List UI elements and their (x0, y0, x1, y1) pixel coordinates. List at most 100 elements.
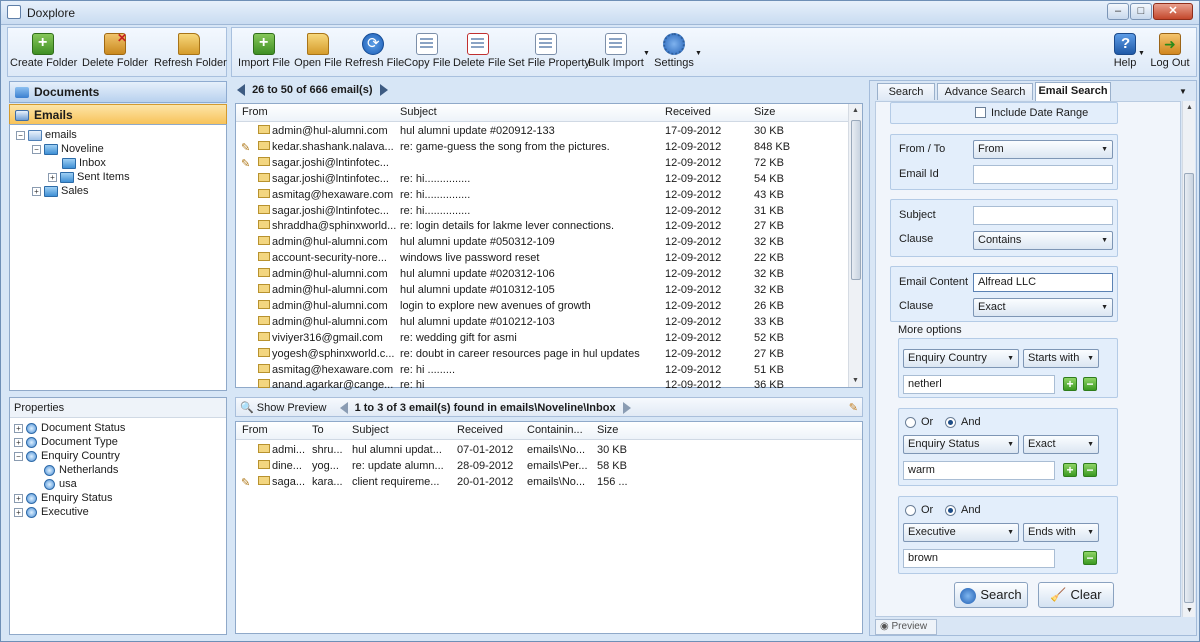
search-button[interactable]: Search (954, 582, 1028, 608)
preview-tab[interactable]: ◉ Preview (875, 619, 937, 635)
column-received[interactable]: Received (457, 424, 503, 436)
option-3-field-select[interactable]: Executive (903, 523, 1019, 542)
expand-icon[interactable]: + (14, 507, 23, 517)
include-date-range-checkbox[interactable] (975, 107, 986, 118)
column-from[interactable]: From (242, 424, 268, 436)
create-folder-button[interactable]: Create Folder (10, 31, 77, 75)
tree-node-noveline[interactable]: − Noveline (32, 142, 104, 156)
subject-input[interactable] (973, 206, 1113, 225)
help-dropdown-icon[interactable]: ▼ (1138, 50, 1145, 57)
from-to-select[interactable]: From (973, 140, 1113, 159)
previous-page-icon[interactable] (237, 84, 245, 97)
email-content-input[interactable]: Alfread LLC (973, 273, 1113, 292)
column-containing[interactable]: Containin... (527, 424, 583, 436)
scroll-down-icon[interactable]: ▼ (1183, 604, 1196, 617)
bulk-import-dropdown-icon[interactable]: ▼ (643, 50, 650, 57)
expand-icon[interactable]: + (14, 437, 23, 447)
email-row[interactable]: admin@hul-alumni.com hul alumni update #0… (236, 124, 848, 140)
property-executive[interactable]: + Executive (14, 505, 89, 519)
content-clause-select[interactable]: Exact (973, 298, 1113, 317)
expand-icon[interactable]: + (32, 186, 41, 196)
option-3-operator-select[interactable]: Ends with (1023, 523, 1099, 542)
close-button[interactable]: ✕ (1153, 3, 1193, 20)
result-row[interactable]: admi... shru... hul alumni updat... 07-01-2… (236, 443, 862, 459)
scroll-thumb[interactable] (851, 120, 861, 280)
tab-search[interactable]: Search (877, 83, 935, 100)
column-to[interactable]: To (312, 424, 324, 436)
email-row[interactable]: admin@hul-alumni.com hul alumni update #0… (236, 315, 848, 331)
email-row[interactable]: admin@hul-alumni.com hul alumni update #0… (236, 283, 848, 299)
scroll-thumb[interactable] (1184, 173, 1194, 603)
show-preview-icon[interactable]: 🔍 (240, 402, 254, 414)
import-file-button[interactable]: Import File (236, 31, 292, 75)
property-enquiry-country[interactable]: − Enquiry Country (14, 449, 120, 463)
option-3-value-input[interactable]: brown (903, 549, 1055, 568)
refresh-file-button[interactable]: Refresh File (345, 31, 404, 75)
settings-button[interactable]: Settings (652, 31, 696, 75)
tab-advance-search[interactable]: Advance Search (937, 83, 1033, 100)
collapse-icon[interactable]: − (32, 144, 41, 154)
email-row[interactable]: account-security-nore... windows live pas… (236, 251, 848, 267)
email-row[interactable]: viviyer316@gmail.com re: wedding gift for… (236, 331, 848, 347)
property-document-status[interactable]: + Document Status (14, 421, 125, 435)
email-row[interactable]: ✎ kedar.shashank.nalava... re: game-guess … (236, 140, 848, 156)
property-value-usa[interactable]: usa (44, 477, 77, 491)
maximize-button[interactable]: □ (1130, 3, 1152, 20)
email-row[interactable]: yogesh@sphinxworld.c... re: doubt in care… (236, 347, 848, 363)
option-1-operator-select[interactable]: Starts with (1023, 349, 1099, 368)
option-2-field-select[interactable]: Enquiry Status (903, 435, 1019, 454)
expand-icon[interactable]: + (14, 423, 23, 433)
scroll-down-icon[interactable]: ▼ (849, 374, 862, 387)
collapse-icon[interactable]: − (16, 130, 25, 140)
tree-node-sales[interactable]: + Sales (32, 184, 89, 198)
delete-folder-button[interactable]: Delete Folder (82, 31, 148, 75)
show-preview-toggle[interactable]: Show Preview (257, 402, 327, 414)
column-from[interactable]: From (242, 106, 268, 118)
option-2-value-input[interactable]: warm (903, 461, 1055, 480)
previous-result-icon[interactable] (339, 402, 348, 415)
search-panel-scrollbar[interactable]: ▲ ▼ (1182, 101, 1195, 617)
and-radio[interactable] (945, 417, 956, 428)
column-subject[interactable]: Subject (400, 106, 437, 118)
and-radio[interactable] (945, 505, 956, 516)
next-page-icon[interactable] (379, 84, 388, 97)
remove-option-button[interactable]: − (1083, 463, 1097, 477)
minimize-button[interactable]: – (1107, 3, 1129, 20)
email-row[interactable]: anand.agarkar@cange... re: hi 12-09-2012 36… (236, 378, 848, 394)
option-2-operator-select[interactable]: Exact (1023, 435, 1099, 454)
log-out-button[interactable]: Log Out (1148, 31, 1192, 75)
email-row[interactable]: asmitag@hexaware.com re: hi..............… (236, 188, 848, 204)
email-row[interactable]: admin@hul-alumni.com login to explore new… (236, 299, 848, 315)
result-row[interactable]: dine... yog... re: update alumn... 28-09-20… (236, 459, 862, 475)
expand-icon[interactable]: + (14, 493, 23, 503)
tree-node-emails[interactable]: − emails (16, 128, 77, 142)
email-row[interactable]: admin@hul-alumni.com hul alumni update #0… (236, 267, 848, 283)
tab-email-search[interactable]: Email Search (1035, 82, 1111, 101)
column-size[interactable]: Size (754, 106, 775, 118)
subject-clause-select[interactable]: Contains (973, 231, 1113, 250)
remove-option-button[interactable]: − (1083, 377, 1097, 391)
copy-file-button[interactable]: Copy File (404, 31, 450, 75)
property-document-type[interactable]: + Document Type (14, 435, 118, 449)
tree-node-inbox[interactable]: Inbox (62, 156, 106, 170)
bulk-import-button[interactable]: Bulk Import (588, 31, 644, 75)
settings-dropdown-icon[interactable]: ▼ (695, 50, 702, 57)
tab-dropdown-icon[interactable]: ▼ (1179, 87, 1187, 96)
tree-node-sent-items[interactable]: + Sent Items (48, 170, 130, 184)
help-button[interactable]: Help (1108, 31, 1142, 75)
email-id-input[interactable] (973, 165, 1113, 184)
next-result-icon[interactable] (622, 402, 631, 415)
email-row[interactable]: asmitag@hexaware.com re: hi ......... 12-0… (236, 363, 848, 379)
email-row[interactable]: sagar.joshi@lntinfotec... re: hi.........… (236, 204, 848, 220)
refresh-folder-button[interactable]: Refresh Folder (154, 31, 227, 75)
option-1-field-select[interactable]: Enquiry Country (903, 349, 1019, 368)
delete-file-button[interactable]: Delete File (453, 31, 506, 75)
collapse-icon[interactable]: − (14, 451, 23, 461)
option-1-value-input[interactable]: netherl (903, 375, 1055, 394)
clear-button[interactable]: 🧹 Clear (1038, 582, 1114, 608)
remove-option-button[interactable]: − (1083, 551, 1097, 565)
email-row[interactable]: sagar.joshi@lntinfotec... re: hi.........… (236, 172, 848, 188)
nav-emails[interactable]: Emails (9, 104, 227, 126)
column-received[interactable]: Received (665, 106, 711, 118)
email-row[interactable]: ✎ sagar.joshi@lntinfotec... 12-09-2012 72 K… (236, 156, 848, 172)
